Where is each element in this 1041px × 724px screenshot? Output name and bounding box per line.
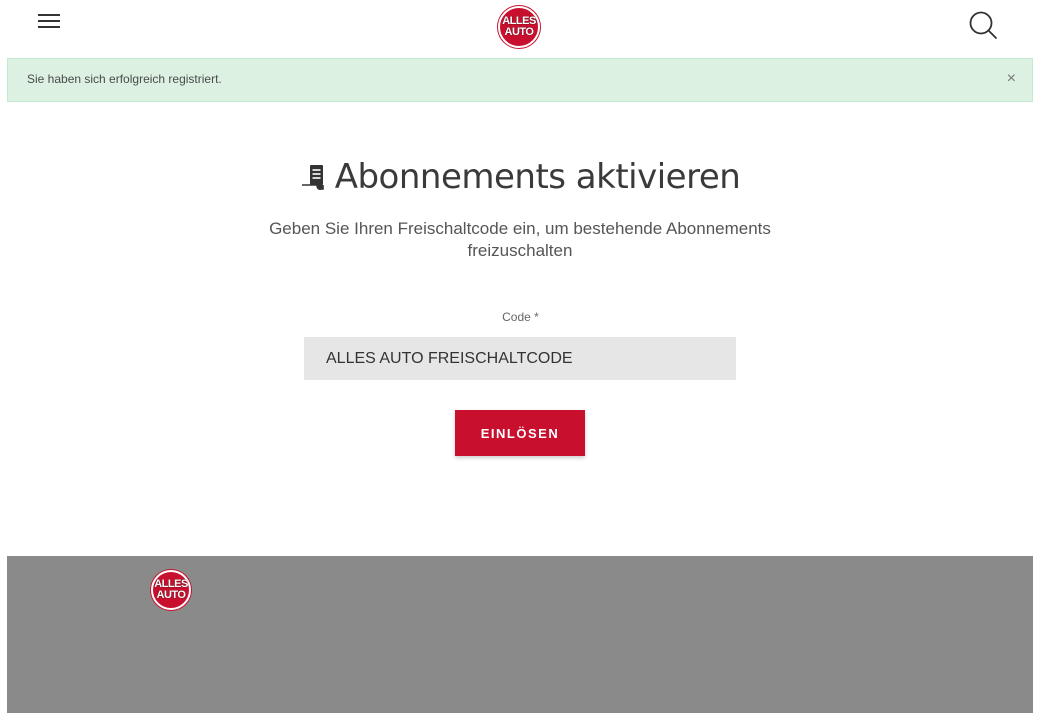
logo-line2: AUTO [504, 26, 534, 38]
page-title-row: Abonnements aktivieren [0, 152, 1041, 202]
footer: ALLES AUTO [7, 556, 1033, 713]
page-subtitle: Geben Sie Ihren Freischaltcode ein, um b… [269, 219, 771, 260]
footer-logo-line2: AUTO [156, 589, 186, 601]
alert-message: Sie haben sich erfolgreich registriert. [27, 72, 222, 86]
success-alert: Sie haben sich erfolgreich registriert. … [7, 58, 1033, 102]
hamburger-menu-icon[interactable] [36, 12, 64, 32]
search-icon[interactable] [966, 8, 1000, 42]
close-icon[interactable]: × [1007, 69, 1016, 89]
footer-logo[interactable]: ALLES AUTO [151, 570, 191, 610]
code-input[interactable] [304, 337, 736, 380]
page-title: Abonnements aktivieren [334, 157, 741, 197]
alles-auto-logo[interactable]: ALLES AUTO [498, 6, 540, 48]
document-icon [301, 165, 324, 190]
header: ALLES AUTO [0, 0, 1041, 56]
code-field-label: Code * [502, 310, 539, 324]
redeem-button[interactable]: EINLÖSEN [455, 410, 585, 456]
